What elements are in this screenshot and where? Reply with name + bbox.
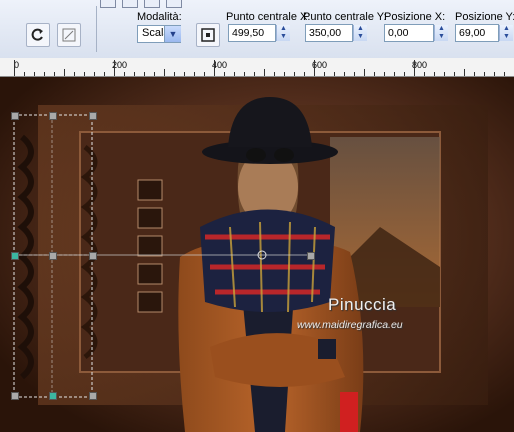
center-x-label: Punto centrale X: xyxy=(226,11,311,23)
ruler-tick xyxy=(174,72,175,76)
center-x-spinner[interactable]: ▲ ▼ xyxy=(276,25,290,41)
mode-label: Modalità: xyxy=(137,11,182,23)
ruler-tick xyxy=(144,72,145,76)
ruler-tick xyxy=(384,72,385,76)
ruler-tick xyxy=(284,72,285,76)
ruler-tick xyxy=(114,60,115,76)
rotation-handle[interactable] xyxy=(307,252,315,260)
chevron-down-icon[interactable]: ▼ xyxy=(164,26,181,42)
center-x-value: 499,50 xyxy=(232,27,265,39)
rotate-icon[interactable] xyxy=(26,23,50,47)
ruler-tick xyxy=(64,69,65,76)
center-y-value: 350,00 xyxy=(309,27,342,39)
center-y-label: Punto centrale Y: xyxy=(303,11,387,23)
transform-handle[interactable] xyxy=(11,252,19,260)
ruler-tick xyxy=(184,72,185,76)
ruler-tick xyxy=(434,72,435,76)
ruler-tick xyxy=(404,72,405,76)
transform-handle[interactable] xyxy=(89,252,97,260)
center-y-field[interactable]: 350,00 xyxy=(305,24,353,42)
position-y-field[interactable]: 69,00 xyxy=(455,24,499,42)
center-x-field[interactable]: 499,50 xyxy=(228,24,276,42)
position-y-label: Posizione Y: xyxy=(455,11,514,23)
horizontal-ruler: 0 200 400 600 800 xyxy=(0,58,514,77)
position-x-value: 0,00 xyxy=(388,27,409,39)
tool-icon[interactable] xyxy=(122,0,138,8)
ruler-tick xyxy=(344,72,345,76)
position-x-field[interactable]: 0,00 xyxy=(384,24,434,42)
ruler-tick xyxy=(54,72,55,76)
transform-handle[interactable] xyxy=(11,112,19,120)
center-y-spinner[interactable]: ▲ ▼ xyxy=(353,25,367,41)
position-x-spinner[interactable]: ▲ ▼ xyxy=(434,25,448,41)
ruler-tick xyxy=(414,60,415,76)
ruler-tick xyxy=(264,69,265,76)
ruler-tick xyxy=(364,69,365,76)
ruler-tick xyxy=(204,72,205,76)
tool-icon[interactable] xyxy=(166,0,182,8)
ruler-tick xyxy=(154,72,155,76)
ruler-tick xyxy=(324,72,325,76)
ruler-tick xyxy=(294,72,295,76)
ruler-tick xyxy=(334,72,335,76)
ruler-tick xyxy=(304,72,305,76)
ruler-tick xyxy=(454,72,455,76)
tool-icon[interactable] xyxy=(144,0,160,8)
ruler-tick xyxy=(314,60,315,76)
ruler-tick xyxy=(354,72,355,76)
ruler-tick xyxy=(494,72,495,76)
transform-handle[interactable] xyxy=(49,392,57,400)
position-y-value: 69,00 xyxy=(459,27,486,39)
top-icon-strip xyxy=(100,0,220,8)
selection-box[interactable] xyxy=(0,77,514,432)
ruler-tick xyxy=(194,72,195,76)
transform-handle[interactable] xyxy=(89,392,97,400)
tool-icon[interactable] xyxy=(100,0,116,8)
ruler-tick xyxy=(254,72,255,76)
ruler-tick xyxy=(34,72,35,76)
ruler-tick xyxy=(484,72,485,76)
ruler-tick xyxy=(504,72,505,76)
ruler-tick xyxy=(74,72,75,76)
ruler-tick xyxy=(24,72,25,76)
ruler-tick xyxy=(94,72,95,76)
ruler-tick xyxy=(244,72,245,76)
ruler-tick xyxy=(124,72,125,76)
ruler-tick xyxy=(374,72,375,76)
ruler-tick xyxy=(464,69,465,76)
ruler-tick xyxy=(234,72,235,76)
flip-icon[interactable] xyxy=(57,23,81,47)
ruler-tick xyxy=(44,72,45,76)
ruler-tick xyxy=(394,72,395,76)
center-point-icon[interactable] xyxy=(196,23,220,47)
ruler-tick xyxy=(224,72,225,76)
position-x-label: Posizione X: xyxy=(384,11,446,23)
ruler-tick xyxy=(214,60,215,76)
ruler-tick xyxy=(444,72,445,76)
tool-options-toolbar: Modalità: Scala ▼ Punto centrale X: 499,… xyxy=(0,0,514,59)
transform-handle[interactable] xyxy=(89,112,97,120)
image-canvas[interactable]: Pinuccia www.maidiregrafica.eu xyxy=(0,77,514,432)
position-y-spinner[interactable]: ▲ ▼ xyxy=(499,25,513,41)
ruler-tick xyxy=(134,72,135,76)
transform-handle[interactable] xyxy=(49,252,57,260)
ruler-tick xyxy=(474,72,475,76)
ruler-tick xyxy=(274,72,275,76)
separator xyxy=(96,6,97,52)
ruler-tick xyxy=(14,60,15,76)
transform-handle[interactable] xyxy=(11,392,19,400)
ruler-tick xyxy=(164,69,165,76)
ruler-tick xyxy=(424,72,425,76)
ruler-tick xyxy=(84,72,85,76)
transform-handle[interactable] xyxy=(49,112,57,120)
ruler-tick xyxy=(104,72,105,76)
